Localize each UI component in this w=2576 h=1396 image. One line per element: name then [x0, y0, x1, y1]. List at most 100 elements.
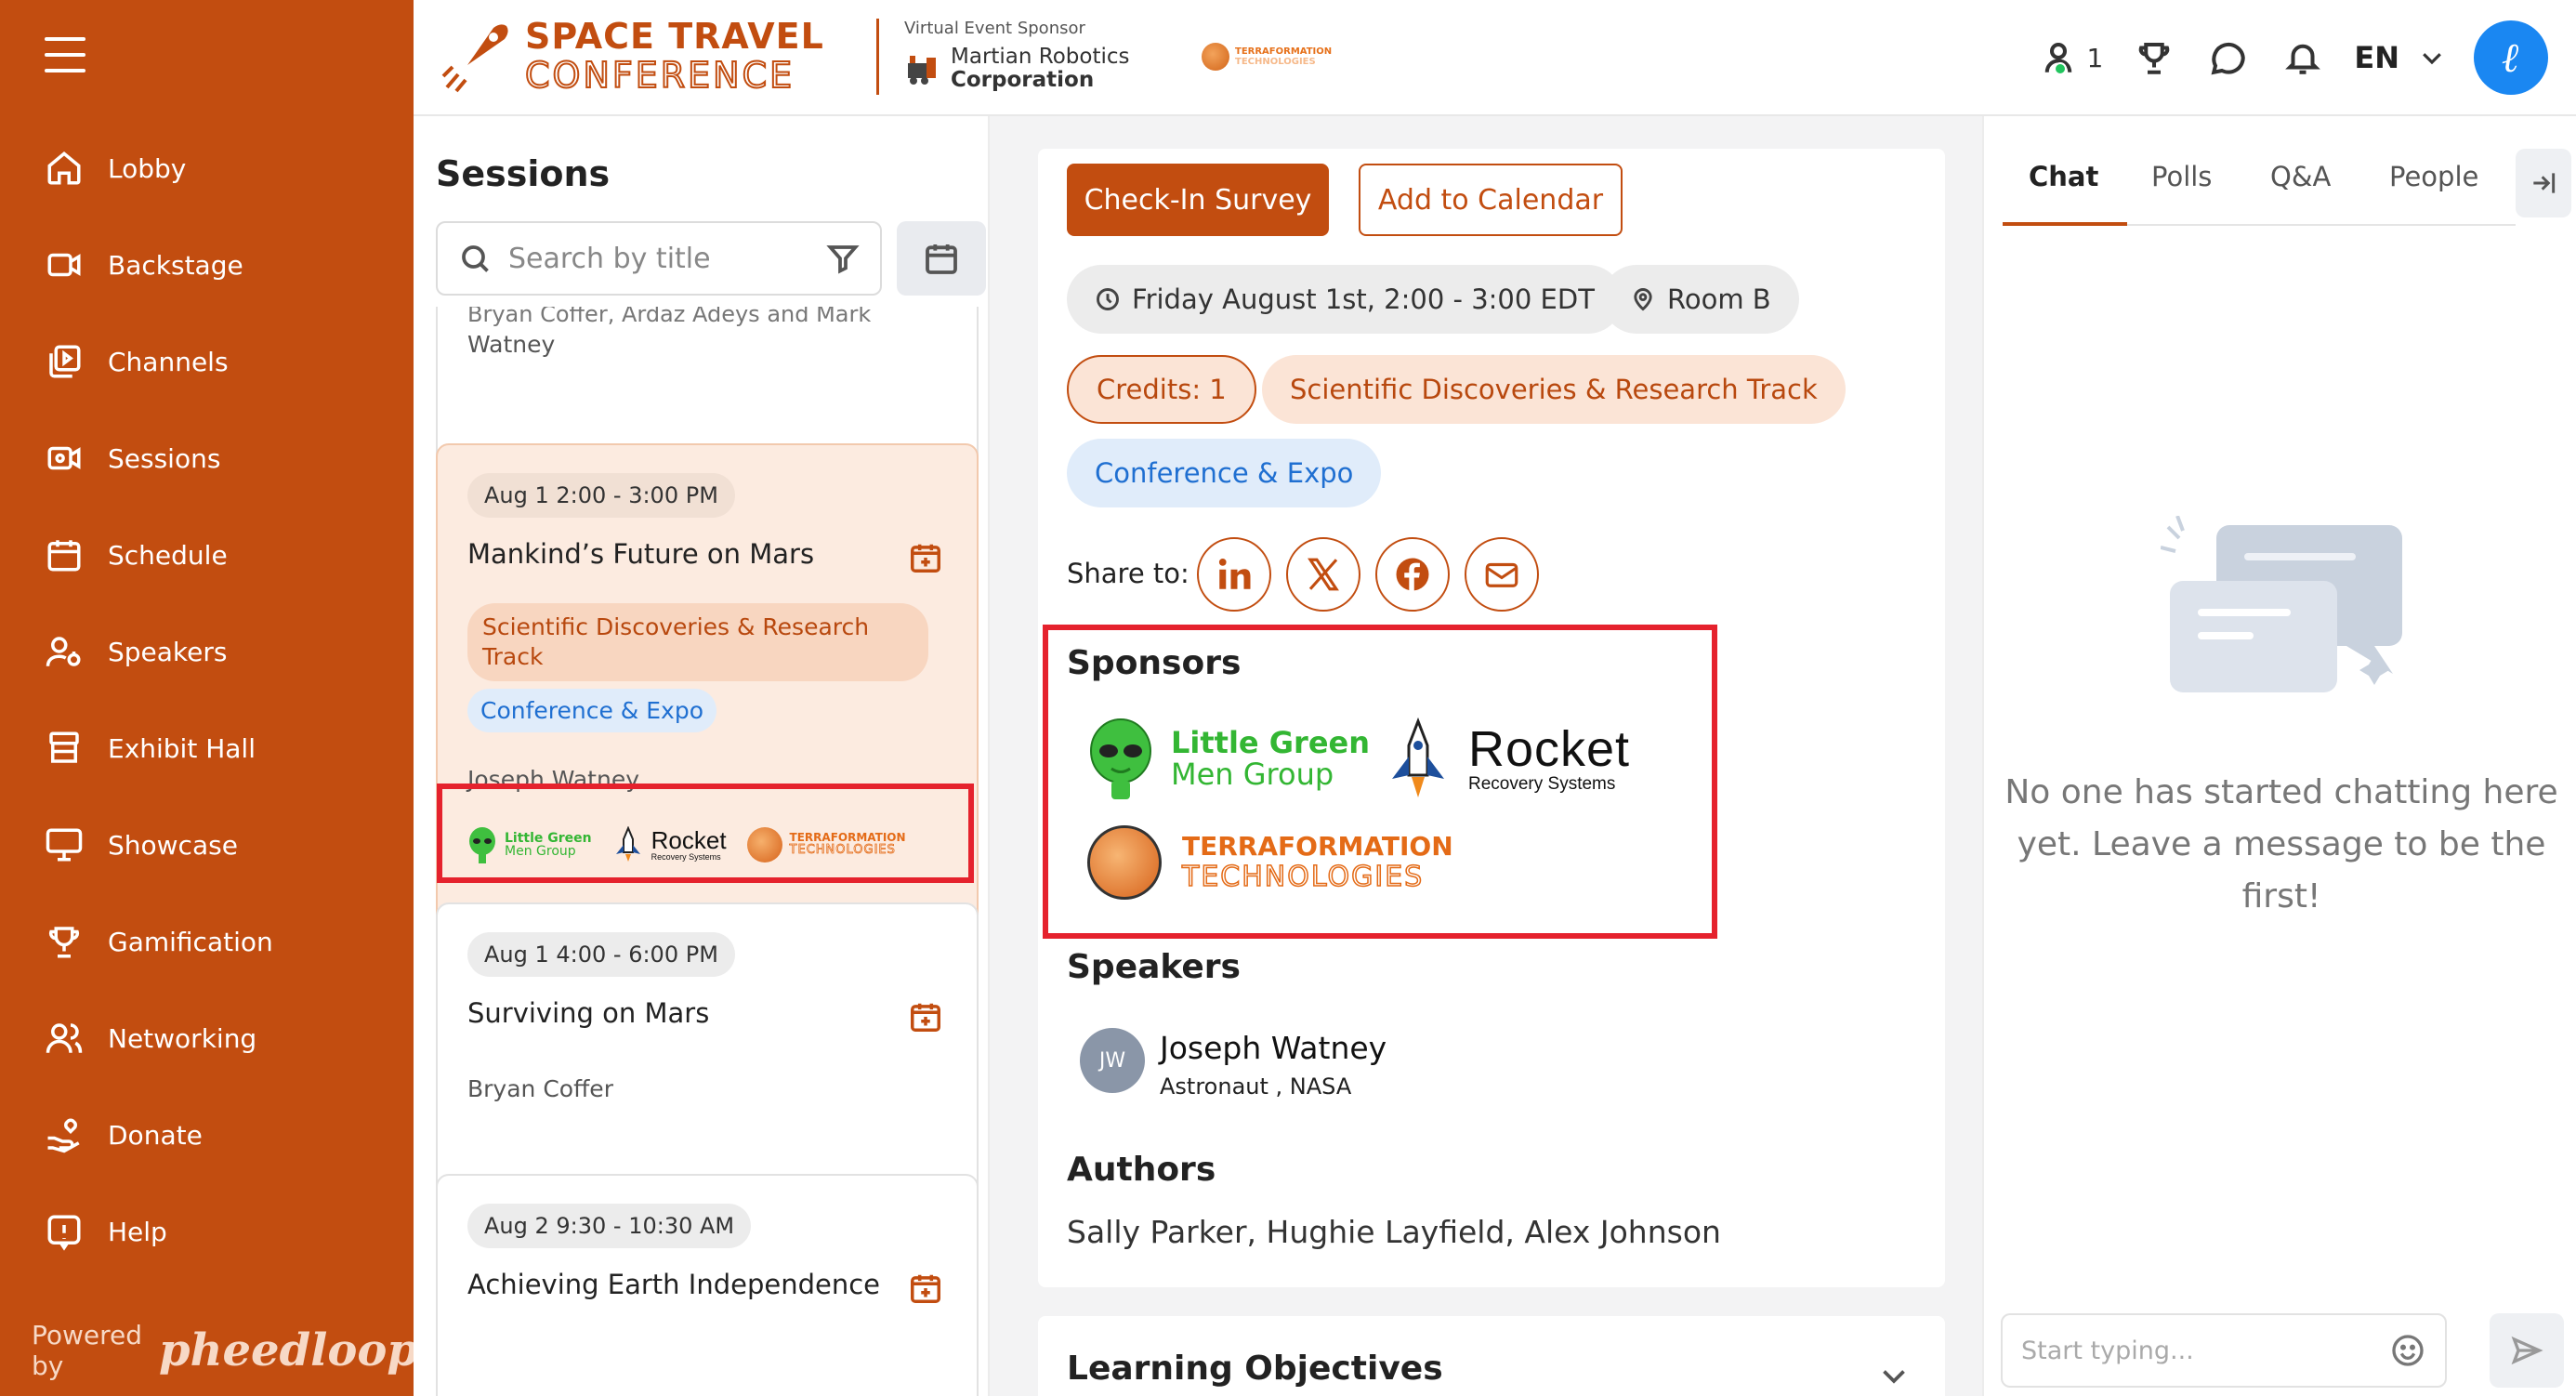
sidebar-item-exhibit-hall[interactable]: Exhibit Hall	[43, 720, 396, 776]
sidebar-item-label: Channels	[108, 346, 229, 377]
session-card[interactable]: Aug 2 9:30 - 10:30 AM Achieving Earth In…	[436, 1174, 979, 1396]
send-icon	[2511, 1336, 2543, 1365]
sessions-panel: Sessions Search by title Bryan Coffer, A…	[414, 116, 1014, 1396]
send-message-button[interactable]	[2490, 1313, 2564, 1388]
sidebar-item-gamification[interactable]: Gamification	[43, 914, 396, 969]
online-users-button[interactable]	[2035, 34, 2082, 81]
trophy-button[interactable]	[2131, 34, 2177, 81]
sidebar-item-help[interactable]: Help	[43, 1204, 396, 1259]
sidebar-item-sessions[interactable]: Sessions	[43, 430, 396, 486]
collapse-chat-button[interactable]	[2516, 149, 2571, 217]
empty-chat-message: No one has started chatting here yet. Le…	[2004, 773, 2558, 915]
emoji-icon[interactable]	[2389, 1332, 2426, 1369]
sidebar-item-label: Backstage	[108, 249, 243, 281]
conference-logo[interactable]: SPACE TRAVEL CONFERENCE	[440, 16, 824, 96]
session-track-pill: Scientific Discoveries & Research Track	[467, 603, 928, 681]
language-selector[interactable]: EN	[2354, 40, 2399, 75]
mini-logo-line-1: TERRAFORMATION	[1235, 46, 1333, 57]
add-to-calendar-icon[interactable]	[908, 1271, 943, 1306]
clock-icon	[1097, 288, 1119, 310]
event-sponsor[interactable]: Virtual Event Sponsor Martian Robotics C…	[904, 19, 1130, 93]
sidebar-item-speakers[interactable]: Speakers	[43, 624, 396, 679]
sidebar-item-schedule[interactable]: Schedule	[43, 527, 396, 583]
facebook-icon	[1396, 558, 1429, 591]
sessions-title: Sessions	[436, 153, 611, 194]
sidebar-item-showcase[interactable]: Showcase	[43, 817, 396, 873]
add-to-calendar-button[interactable]: Add to Calendar	[1359, 164, 1623, 236]
sidebar-item-channels[interactable]: Channels	[43, 334, 396, 389]
chat-message-input[interactable]: Start typing...	[2001, 1313, 2447, 1388]
online-indicator	[2053, 62, 2067, 75]
conference-chip: Conference & Expo	[1067, 439, 1382, 507]
tab-chat[interactable]: Chat	[2029, 161, 2098, 192]
sidebar-item-label: Gamification	[108, 926, 273, 957]
terraformation-mini-logo[interactable]: TERRAFORMATION TECHNOLOGIES	[1202, 43, 1332, 71]
share-x-button[interactable]	[1286, 537, 1360, 612]
session-datetime: Friday August 1st, 2:00 - 3:00 EDT	[1132, 283, 1595, 315]
speaker-avatar[interactable]: JW	[1080, 1028, 1145, 1093]
share-facebook-button[interactable]	[1375, 537, 1450, 612]
calendar-icon	[43, 533, 85, 576]
add-to-calendar-icon[interactable]	[908, 999, 943, 1034]
sidebar-item-lobby[interactable]: Lobby	[43, 140, 396, 196]
presentation-icon	[43, 823, 85, 866]
tab-polls[interactable]: Polls	[2151, 161, 2212, 192]
share-linkedin-button[interactable]	[1197, 537, 1271, 612]
chat-panel: Chat Polls Q&A People No one has started…	[1982, 116, 2576, 1396]
speaker-name[interactable]: Joseph Watney	[1160, 1030, 1387, 1066]
mini-logo-line-2: TECHNOLOGIES	[1235, 57, 1316, 67]
session-speakers: Bryan Coffer	[467, 1075, 613, 1102]
hamburger-menu-icon[interactable]	[45, 37, 85, 72]
session-room-chip: Room B	[1602, 265, 1799, 334]
session-conference-pill: Conference & Expo	[467, 689, 717, 732]
header-actions: 1 EN ℓ	[2007, 20, 2548, 95]
track-chip: Scientific Discoveries & Research Track	[1262, 355, 1846, 424]
sidebar-item-networking[interactable]: Networking	[43, 1010, 396, 1066]
trophy-icon	[2139, 42, 2170, 74]
sidebar-item-label: Networking	[108, 1022, 257, 1054]
profile-avatar[interactable]: ℓ	[2474, 20, 2548, 95]
sidebar-item-backstage[interactable]: Backstage	[43, 237, 396, 293]
authors-list: Sally Parker, Hughie Layfield, Alex John…	[1067, 1214, 1721, 1250]
filter-icon[interactable]	[826, 242, 860, 275]
calendar-icon	[926, 244, 957, 274]
pheedloop-logo[interactable]: pheedloop	[159, 1324, 418, 1376]
search-icon	[462, 245, 489, 272]
rocket-logo-icon	[441, 24, 508, 93]
share-email-button[interactable]	[1465, 537, 1539, 612]
sidebar-item-label: Lobby	[108, 152, 187, 184]
top-header: SPACE TRAVEL CONFERENCE Virtual Event Sp…	[414, 0, 2576, 116]
online-count: 1	[2086, 42, 2104, 73]
sidebar-item-label: Exhibit Hall	[108, 732, 256, 764]
empty-chat-illustration	[2161, 516, 2402, 692]
chevron-down-icon[interactable]	[2418, 44, 2446, 72]
brand-line-1: SPACE TRAVEL	[525, 16, 824, 57]
chat-bubble-icon	[2211, 42, 2246, 75]
tab-people[interactable]: People	[2389, 161, 2478, 192]
event-sponsor-name-1: Martian Robotics	[951, 45, 1130, 69]
session-room: Room B	[1667, 283, 1771, 315]
messages-button[interactable]	[2205, 34, 2252, 81]
powered-by-label: Powered by	[32, 1320, 143, 1381]
session-time: Aug 1 4:00 - 6:00 PM	[467, 932, 735, 977]
event-sponsor-caption: Virtual Event Sponsor	[904, 19, 1085, 38]
search-placeholder: Search by title	[508, 242, 711, 275]
powered-by: Powered by pheedloop	[32, 1320, 418, 1381]
users-icon	[43, 1017, 85, 1060]
session-title: Surviving on Mars	[467, 997, 710, 1029]
learning-objectives-title[interactable]: Learning Objectives	[1067, 1350, 1443, 1388]
check-in-survey-button[interactable]: Check-In Survey	[1067, 164, 1329, 236]
chevron-down-icon[interactable]	[1877, 1359, 1911, 1392]
sidebar-item-donate[interactable]: Donate	[43, 1107, 396, 1163]
highlight-box-card-sponsors	[437, 784, 974, 883]
sidebar-item-label: Help	[108, 1216, 167, 1247]
notifications-button[interactable]	[2280, 34, 2326, 81]
brand-line-2: CONFERENCE	[524, 55, 795, 96]
search-field[interactable]: Search by title	[436, 221, 882, 296]
add-to-calendar-icon[interactable]	[908, 540, 943, 575]
tab-qa[interactable]: Q&A	[2270, 161, 2331, 192]
credits-chip: Credits: 1	[1067, 355, 1256, 424]
session-speakers-partial: Watney	[467, 331, 556, 358]
calendar-view-button[interactable]	[897, 221, 986, 296]
sidebar-item-label: Donate	[108, 1119, 203, 1151]
